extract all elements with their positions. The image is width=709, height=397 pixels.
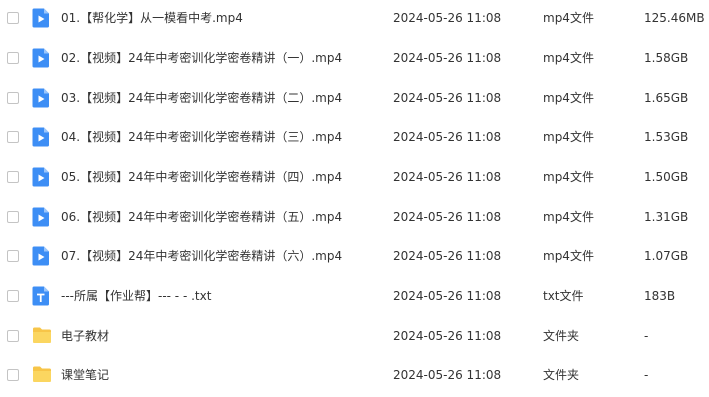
modified-date: 2024-05-26 11:08 [393, 329, 502, 343]
file-row[interactable]: 07.【视频】24年中考密训化学密卷精讲（六）.mp4 2024-05-26 11… [0, 238, 709, 278]
file-name[interactable]: 电子教材 [61, 328, 109, 344]
modified-date: 2024-05-26 11:08 [393, 289, 502, 303]
file-type: mp4文件 [543, 91, 594, 105]
file-size: 183B [644, 289, 676, 303]
row-checkbox[interactable] [7, 211, 19, 223]
file-name[interactable]: 02.【视频】24年中考密训化学密卷精讲（一）.mp4 [61, 50, 342, 66]
row-checkbox[interactable] [7, 369, 19, 381]
video-file-icon [32, 8, 50, 28]
row-checkbox[interactable] [7, 330, 19, 342]
file-size: - [644, 368, 649, 382]
modified-date: 2024-05-26 11:08 [393, 210, 502, 224]
video-file-icon [32, 207, 50, 227]
video-file-icon [32, 167, 50, 187]
file-size: - [644, 329, 649, 343]
file-size: 1.31GB [644, 210, 689, 224]
file-size: 1.58GB [644, 51, 689, 65]
file-size: 125.46MB [644, 11, 705, 25]
row-checkbox[interactable] [7, 131, 19, 143]
modified-date: 2024-05-26 11:08 [393, 368, 502, 382]
file-type: mp4文件 [543, 170, 594, 184]
file-row[interactable]: 06.【视频】24年中考密训化学密卷精讲（五）.mp4 2024-05-26 11… [0, 199, 709, 239]
modified-date: 2024-05-26 11:08 [393, 91, 502, 105]
file-name[interactable]: 05.【视频】24年中考密训化学密卷精讲（四）.mp4 [61, 169, 342, 185]
modified-date: 2024-05-26 11:08 [393, 51, 502, 65]
video-file-icon [32, 127, 50, 147]
file-type: txt文件 [543, 289, 584, 303]
file-row[interactable]: 01.【帮化学】从一模看中考.mp4 2024-05-26 11:08 mp4文件 1… [0, 0, 709, 40]
file-row[interactable]: 05.【视频】24年中考密训化学密卷精讲（四）.mp4 2024-05-26 11… [0, 159, 709, 199]
file-name[interactable]: 04.【视频】24年中考密训化学密卷精讲（三）.mp4 [61, 129, 342, 145]
file-row[interactable]: 04.【视频】24年中考密训化学密卷精讲（三）.mp4 2024-05-26 11… [0, 119, 709, 159]
row-checkbox[interactable] [7, 52, 19, 64]
row-checkbox[interactable] [7, 92, 19, 104]
video-file-icon [32, 88, 50, 108]
file-name[interactable]: 课堂笔记 [61, 367, 109, 383]
file-name[interactable]: 03.【视频】24年中考密训化学密卷精讲（二）.mp4 [61, 90, 342, 106]
file-row[interactable]: 03.【视频】24年中考密训化学密卷精讲（二）.mp4 2024-05-26 11… [0, 80, 709, 120]
file-type: mp4文件 [543, 210, 594, 224]
modified-date: 2024-05-26 11:08 [393, 170, 502, 184]
file-name[interactable]: 01.【帮化学】从一模看中考.mp4 [61, 10, 243, 26]
row-checkbox[interactable] [7, 12, 19, 24]
folder-icon [32, 365, 51, 385]
modified-date: 2024-05-26 11:08 [393, 11, 502, 25]
text-file-icon [32, 286, 50, 306]
file-name[interactable]: 07.【视频】24年中考密训化学密卷精讲（六）.mp4 [61, 248, 342, 264]
file-type: mp4文件 [543, 51, 594, 65]
row-checkbox[interactable] [7, 290, 19, 302]
row-checkbox[interactable] [7, 250, 19, 262]
file-size: 1.65GB [644, 91, 689, 105]
modified-date: 2024-05-26 11:08 [393, 130, 502, 144]
file-type: 文件夹 [543, 329, 580, 343]
file-type: mp4文件 [543, 130, 594, 144]
file-list: 01.【帮化学】从一模看中考.mp4 2024-05-26 11:08 mp4文件 1… [0, 0, 709, 396]
folder-icon [32, 326, 51, 346]
file-size: 1.50GB [644, 170, 689, 184]
video-file-icon [32, 48, 50, 68]
file-row[interactable]: 课堂笔记 2024-05-26 11:08 文件夹 - [0, 357, 709, 397]
file-type: mp4文件 [543, 11, 594, 25]
file-row[interactable]: 电子教材 2024-05-26 11:08 文件夹 - [0, 318, 709, 358]
file-type: mp4文件 [543, 249, 594, 263]
file-name[interactable]: 06.【视频】24年中考密训化学密卷精讲（五）.mp4 [61, 209, 342, 225]
file-size: 1.53GB [644, 130, 689, 144]
file-row[interactable]: 02.【视频】24年中考密训化学密卷精讲（一）.mp4 2024-05-26 11… [0, 40, 709, 80]
video-file-icon [32, 246, 50, 266]
file-row[interactable]: ---所属【作业帮】--- - - .txt 2024-05-26 11:08 tx… [0, 278, 709, 318]
file-name[interactable]: ---所属【作业帮】--- - - .txt [61, 288, 211, 304]
modified-date: 2024-05-26 11:08 [393, 249, 502, 263]
file-size: 1.07GB [644, 249, 689, 263]
row-checkbox[interactable] [7, 171, 19, 183]
file-type: 文件夹 [543, 368, 580, 382]
